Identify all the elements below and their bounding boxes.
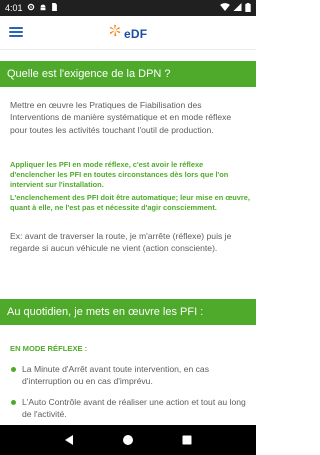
list-item: La Minute d'Arrêt avant toute interventi… xyxy=(10,363,250,388)
back-icon[interactable] xyxy=(59,430,79,450)
list-item-text: L'Auto Contrôle avant de réaliser une ac… xyxy=(22,397,246,420)
edf-logo: eDF xyxy=(108,24,147,43)
list-item-text: La Minute d'Arrêt avant toute interventi… xyxy=(22,364,209,387)
status-time: 4:01 xyxy=(5,3,23,13)
hamburger-menu-icon[interactable] xyxy=(8,24,26,40)
main-content[interactable]: Quelle est l'exigence de la DPN ? Mettre… xyxy=(0,50,256,425)
section-header-exigence: Quelle est l'exigence de la DPN ? xyxy=(0,61,256,87)
gear-icon xyxy=(27,3,35,13)
wifi-icon xyxy=(220,3,230,13)
section-title: Au quotidien, je mets en œuvre les PFI : xyxy=(7,306,204,318)
system-nav-bar xyxy=(0,425,256,455)
example-paragraph: Ex: avant de traverser la route, je m'ar… xyxy=(10,231,232,254)
signal-icon xyxy=(233,3,242,13)
edf-logo-icon xyxy=(108,24,122,43)
green-note-enclenchement: L'enclenchement des PFI doit être automa… xyxy=(10,193,250,212)
app-bar: eDF xyxy=(0,16,256,50)
green-note-reflexe: Appliquer les PFI en mode réflexe, c'est… xyxy=(10,160,229,189)
bullet-dot-icon xyxy=(11,400,16,405)
home-icon[interactable] xyxy=(118,430,138,450)
section-title: Quelle est l'exigence de la DPN ? xyxy=(7,68,171,80)
status-left: 4:01 xyxy=(5,3,58,13)
bullet-dot-icon xyxy=(11,367,16,372)
logo-text: eDF xyxy=(124,26,148,41)
status-right xyxy=(220,2,251,14)
sim-card-icon xyxy=(51,3,58,13)
mode-reflexe-label: EN MODE RÉFLEXE : xyxy=(10,344,88,353)
battery-icon xyxy=(245,2,251,14)
section-header-quotidien: Au quotidien, je mets en œuvre les PFI : xyxy=(0,299,256,325)
android-icon xyxy=(39,3,47,13)
intro-paragraph: Mettre en œuvre les Pratiques de Fiabili… xyxy=(10,100,232,135)
status-bar: 4:01 xyxy=(0,0,256,16)
recents-icon[interactable] xyxy=(177,430,197,450)
list-item: L'Auto Contrôle avant de réaliser une ac… xyxy=(10,396,250,421)
